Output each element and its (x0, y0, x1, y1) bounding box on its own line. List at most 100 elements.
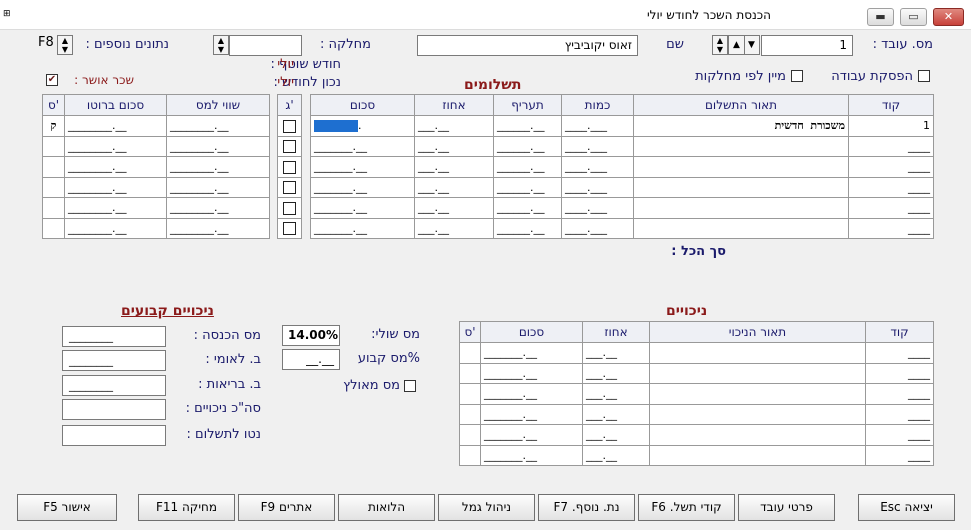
description-cell[interactable] (633, 156, 849, 178)
amount-cell[interactable]: . (310, 115, 415, 137)
sort-by-dept-checkbox[interactable] (791, 70, 803, 82)
confirm-button[interactable]: אישור F5 (17, 494, 117, 521)
s-cell[interactable]: ק (42, 115, 65, 137)
percent-cell[interactable]: ___.__ (414, 197, 494, 219)
code-cell[interactable]: ____ (848, 156, 934, 178)
department-spinner[interactable]: ▲ ▼ (213, 35, 229, 55)
amount-cell[interactable]: _______.__ (310, 217, 415, 239)
s-cell[interactable] (42, 217, 65, 239)
ded-description-cell[interactable] (649, 444, 866, 466)
tax-value-cell[interactable]: ________.__ (166, 156, 270, 178)
fixed-deduction-field[interactable]: ________ (62, 326, 166, 347)
department-field[interactable] (229, 35, 302, 56)
description-cell[interactable]: משכורת חדשית (633, 115, 849, 137)
rate-cell[interactable]: ______.__ (493, 176, 562, 198)
ded-percent-cell[interactable]: ___.__ (582, 424, 650, 446)
ded-description-cell[interactable] (649, 383, 866, 405)
ded-amount-cell[interactable]: _______.__ (480, 424, 583, 446)
employee-no-field[interactable]: 1 (761, 35, 853, 56)
s-cell[interactable] (42, 176, 65, 198)
code-cell[interactable]: ____ (848, 197, 934, 219)
ded-percent-cell[interactable]: ___.__ (582, 342, 650, 364)
description-cell[interactable] (633, 217, 849, 239)
tax-value-cell[interactable]: ________.__ (166, 217, 270, 239)
prev-employee-button[interactable]: ▲ (728, 35, 745, 55)
rate-cell[interactable]: ______.__ (493, 135, 562, 157)
tax-value-cell[interactable]: ________.__ (166, 176, 270, 198)
gross-cell[interactable]: ________.__ (64, 217, 167, 239)
employee-spinner[interactable]: ▲ ▼ (712, 35, 728, 55)
quantity-cell[interactable]: ____.___ (561, 197, 634, 219)
ded-percent-cell[interactable]: ___.__ (582, 383, 650, 405)
maximize-button[interactable]: ▭ (900, 8, 927, 26)
f8-key-label[interactable]: F8 (38, 35, 54, 50)
ded-description-cell[interactable] (649, 403, 866, 425)
description-cell[interactable] (633, 176, 849, 198)
ded-description-cell[interactable] (649, 342, 866, 364)
quantity-cell[interactable]: ____.___ (561, 115, 634, 137)
marginal-tax-field[interactable]: 14.00% (282, 325, 340, 346)
percent-cell[interactable]: ___.__ (414, 217, 494, 239)
ded-amount-cell[interactable]: _______.__ (480, 444, 583, 466)
description-cell[interactable] (633, 197, 849, 219)
minimize-button[interactable]: ▬ (867, 8, 894, 26)
ded-percent-cell[interactable]: ___.__ (582, 403, 650, 425)
name-field[interactable]: זאוס יקוביביץ (417, 35, 638, 56)
fixed-deduction-field[interactable]: ________ (62, 375, 166, 396)
delete-button[interactable]: מחיקה F11 (138, 494, 235, 521)
ded-code-cell[interactable]: ____ (865, 403, 934, 425)
stop-work-checkbox[interactable] (918, 70, 930, 82)
g-checkbox[interactable] (283, 160, 296, 174)
close-button[interactable]: ✕ (933, 8, 964, 26)
g-checkbox[interactable] (283, 201, 296, 215)
amount-cell[interactable]: _______.__ (310, 176, 415, 198)
quantity-cell[interactable]: ____.___ (561, 176, 634, 198)
code-cell[interactable]: ____ (848, 176, 934, 198)
gross-cell[interactable]: ________.__ (64, 156, 167, 178)
ded-description-cell[interactable] (649, 362, 866, 384)
s-cell[interactable] (42, 156, 65, 178)
ded-description-cell[interactable] (649, 424, 866, 446)
fixed-deduction-field[interactable]: ________ (62, 350, 166, 371)
percent-cell[interactable]: ___.__ (414, 176, 494, 198)
amount-cell[interactable]: _______.__ (310, 135, 415, 157)
ded-amount-cell[interactable]: _______.__ (480, 362, 583, 384)
ded-code-cell[interactable]: ____ (865, 362, 934, 384)
fixed-deduction-field[interactable] (62, 399, 166, 420)
percent-cell[interactable]: ___.__ (414, 135, 494, 157)
s-cell[interactable] (42, 135, 65, 157)
system-menu-icon[interactable]: ⊞ (3, 9, 15, 19)
quantity-cell[interactable]: ____.___ (561, 156, 634, 178)
ded-s-cell[interactable] (459, 444, 481, 466)
ded-amount-cell[interactable]: _______.__ (480, 342, 583, 364)
ded-code-cell[interactable]: ____ (865, 342, 934, 364)
g-checkbox-cell[interactable] (277, 115, 302, 137)
fixed-tax-field[interactable]: __.__ (282, 349, 340, 370)
g-checkbox-cell[interactable] (277, 217, 302, 239)
g-checkbox[interactable] (283, 222, 296, 235)
ded-s-cell[interactable] (459, 342, 481, 364)
rate-cell[interactable]: ______.__ (493, 156, 562, 178)
quantity-cell[interactable]: ____.___ (561, 217, 634, 239)
exit-button[interactable]: יציאה Esc (858, 494, 955, 521)
description-cell[interactable] (633, 135, 849, 157)
ded-s-cell[interactable] (459, 403, 481, 425)
forced-tax-checkbox[interactable] (404, 380, 416, 392)
g-checkbox-cell[interactable] (277, 176, 302, 198)
ded-code-cell[interactable]: ____ (865, 383, 934, 405)
g-checkbox[interactable] (283, 181, 296, 194)
code-cell[interactable]: ____ (848, 217, 934, 239)
tax-value-cell[interactable]: ________.__ (166, 115, 270, 137)
code-cell[interactable]: ____ (848, 135, 934, 157)
gross-cell[interactable]: ________.__ (64, 197, 167, 219)
code-cell[interactable]: 1 (848, 115, 934, 137)
quantity-cell[interactable]: ____.___ (561, 135, 634, 157)
rate-cell[interactable]: ______.__ (493, 217, 562, 239)
ded-amount-cell[interactable]: _______.__ (480, 403, 583, 425)
fixed-deduction-field[interactable] (62, 425, 166, 446)
ded-s-cell[interactable] (459, 383, 481, 405)
loans-button[interactable]: הלואות (338, 494, 435, 521)
ded-s-cell[interactable] (459, 362, 481, 384)
tax-value-cell[interactable]: ________.__ (166, 135, 270, 157)
ded-percent-cell[interactable]: ___.__ (582, 444, 650, 466)
